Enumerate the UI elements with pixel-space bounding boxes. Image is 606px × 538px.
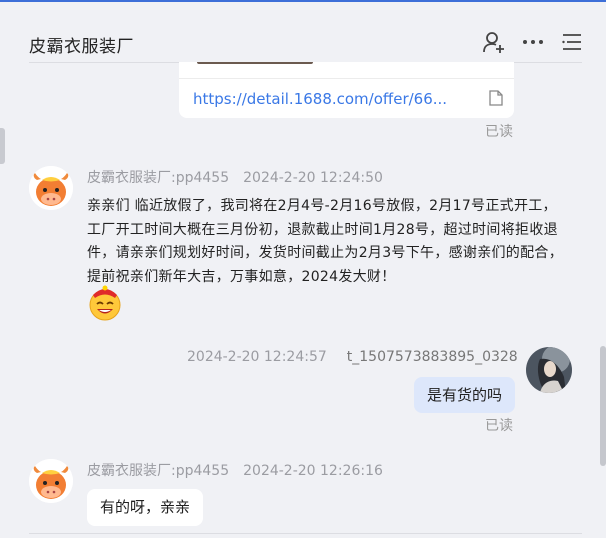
avatar[interactable] [526,347,572,393]
window-top-accent [0,0,606,2]
card-divider [179,78,514,79]
message-time: 2024-2-20 12:26:16 [243,463,383,479]
sender-name: 皮霸衣服装厂:pp4455 [87,463,230,479]
menu-lines-icon[interactable] [560,30,584,54]
sender-name: 皮霸衣服装厂:pp4455 [87,170,230,186]
product-link[interactable]: https://detail.1688.com/offer/66... [193,90,447,108]
document-icon[interactable] [489,90,503,110]
product-image [197,62,313,64]
message-bubble: 有的呀，亲亲 [87,489,204,526]
avatar[interactable] [29,166,73,210]
message-bubble: 是有货的吗 [413,377,515,413]
fortune-emoji-icon [86,283,124,321]
sender-name: t_1507573883895_0328 [346,349,518,365]
message-meta: 2024-2-20 12:24:57 t_1507573883895_0328 [187,349,518,365]
read-receipt: 已读 [485,418,513,434]
panel-resize-handle[interactable] [0,128,5,164]
message-text: 亲亲们 临近放假了，我司将在2月4号-2月16号放假，2月17号正式开工，工厂开… [87,198,564,285]
chat-title: 皮霸衣服装厂 [29,37,134,57]
message-meta: 皮霸衣服装厂:pp4455 2024-2-20 12:26:16 [87,460,383,480]
avatar[interactable] [29,459,73,503]
link-card[interactable]: https://detail.1688.com/offer/66... [179,62,514,118]
more-dots-icon[interactable] [521,30,545,54]
read-receipt: 已读 [485,124,513,140]
add-contact-icon[interactable] [482,30,506,54]
chat-header: 皮霸衣服装厂 [29,20,582,63]
input-divider [29,533,582,534]
message-time: 2024-2-20 12:24:50 [243,170,383,186]
message-time: 2024-2-20 12:24:57 [187,349,327,365]
chat-scrollbar[interactable] [600,346,606,466]
message-meta: 皮霸衣服装厂:pp4455 2024-2-20 12:24:50 [87,167,383,187]
